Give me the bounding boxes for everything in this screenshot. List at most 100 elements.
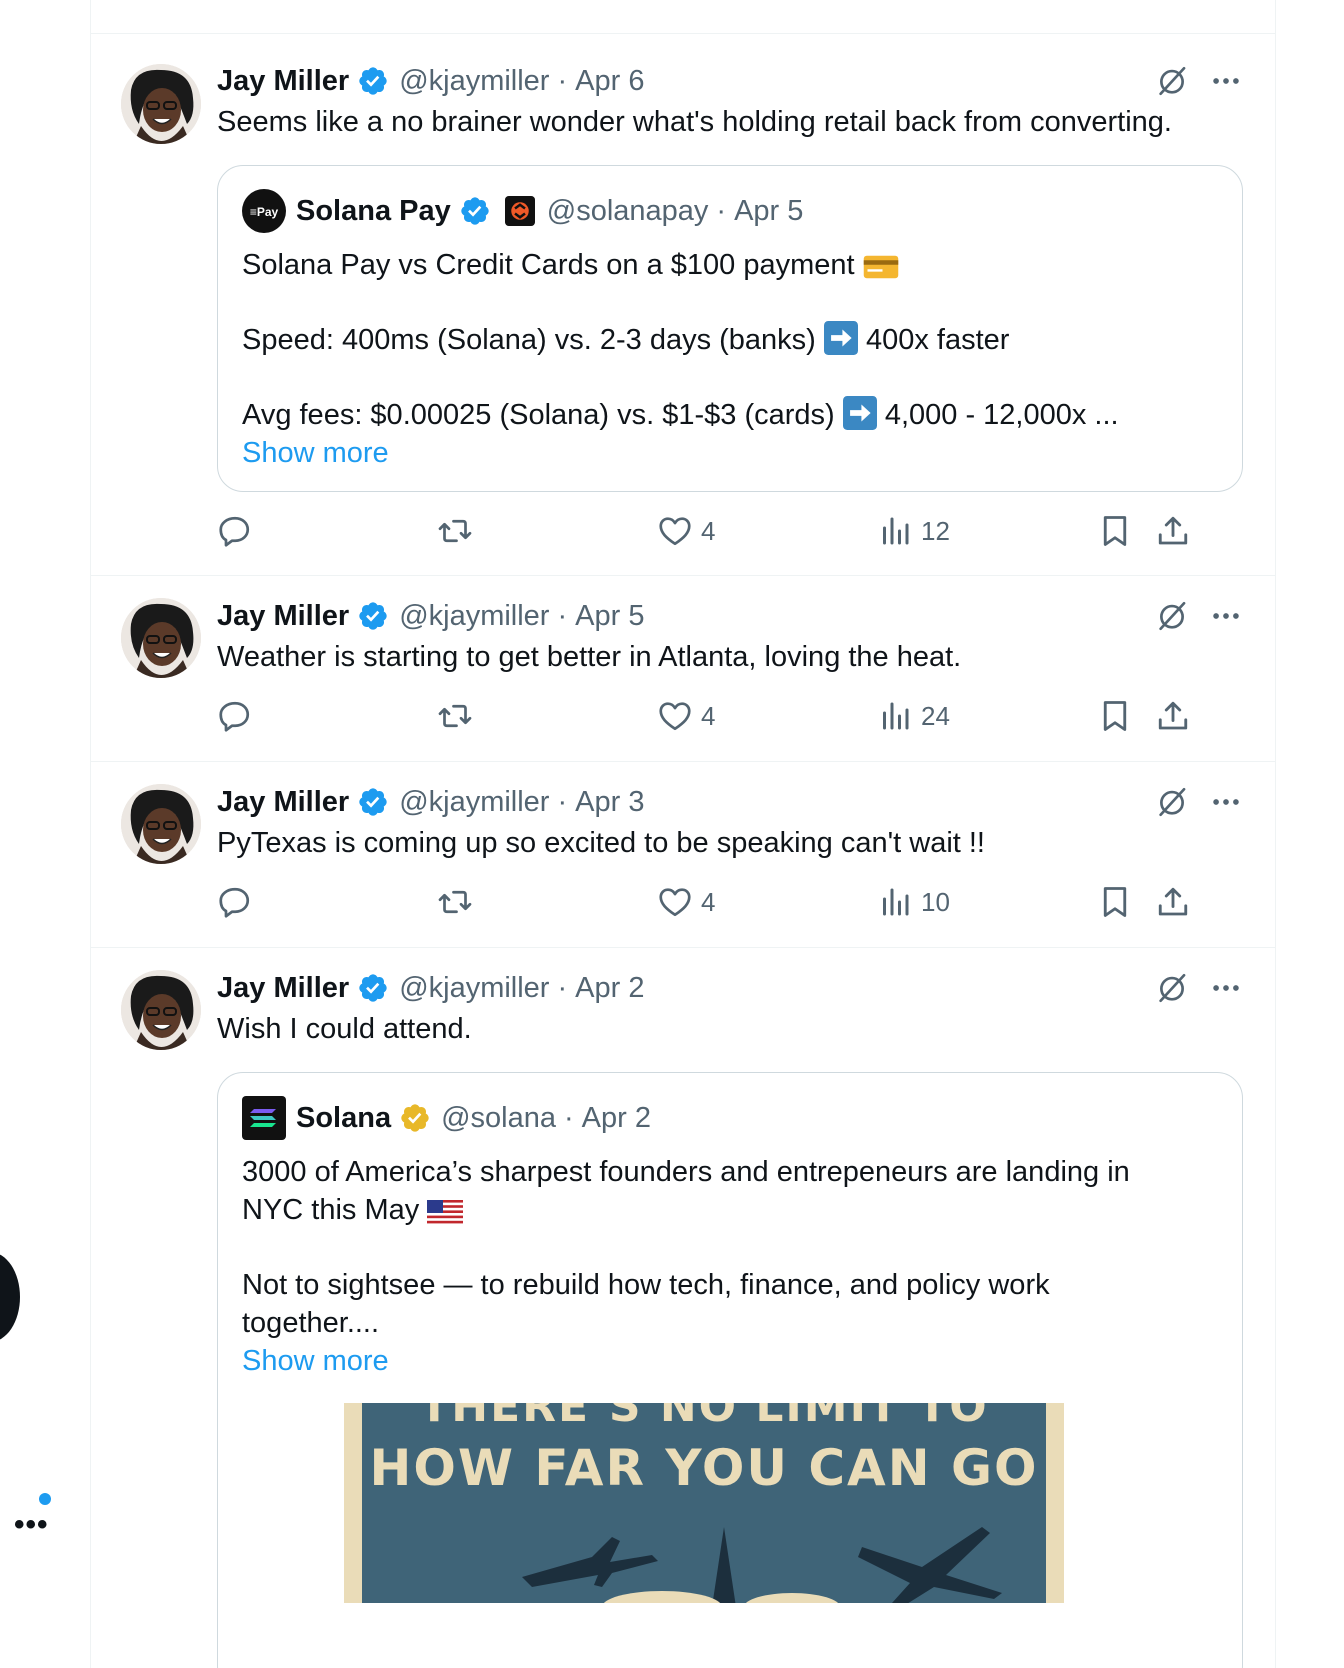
like-icon	[657, 884, 693, 920]
compose-button[interactable]	[0, 1252, 20, 1342]
author-handle[interactable]: @kjaymiller	[399, 972, 549, 1005]
reply-button[interactable]	[217, 698, 253, 734]
separator-dot: ·	[557, 599, 568, 632]
poster-headline-line: HOW FAR YOU CAN GO	[369, 1439, 1039, 1497]
bookmark-button[interactable]	[1097, 884, 1133, 920]
tweet-header: Jay Miller @kjaymiller · Apr 2	[217, 968, 1243, 1008]
reply-button[interactable]	[217, 884, 253, 920]
reply-button[interactable]	[217, 513, 253, 549]
avatar[interactable]	[121, 970, 201, 1050]
quote-author-name[interactable]: Solana Pay	[296, 195, 451, 228]
tweet[interactable]: Jay Miller @kjaymiller · Apr 2 Wish I co…	[91, 948, 1275, 1668]
tweet-date[interactable]: Apr 5	[575, 600, 644, 633]
quote-text-line: 3000 of America’s sharpest founders and …	[242, 1156, 1130, 1188]
share-icon	[1155, 884, 1191, 920]
repost-button[interactable]	[437, 884, 473, 920]
tweet[interactable]: Jay Miller @kjaymiller · Apr 6 Seems lik…	[91, 34, 1275, 576]
poster-illustration	[522, 1527, 1002, 1603]
like-count: 4	[701, 886, 716, 917]
repost-icon	[437, 698, 473, 734]
tweet-text: PyTexas is coming up so excited to be sp…	[217, 827, 985, 859]
share-button[interactable]	[1155, 513, 1191, 549]
reply-icon	[217, 884, 253, 920]
like-button[interactable]: 4	[657, 513, 715, 549]
bookmark-icon	[1097, 698, 1133, 734]
show-more-link[interactable]: Show more	[242, 1342, 1218, 1380]
tweet-date[interactable]: Apr 6	[575, 65, 644, 98]
bookmark-icon	[1097, 513, 1133, 549]
views-icon	[877, 513, 913, 549]
tweet-date[interactable]: Apr 3	[575, 786, 644, 819]
bookmark-button[interactable]	[1097, 513, 1133, 549]
quote-author-handle[interactable]: @solana	[441, 1102, 556, 1135]
grok-icon[interactable]	[1155, 64, 1189, 98]
bookmark-icon	[1097, 884, 1133, 920]
tweet-header: Jay Miller @kjaymiller · Apr 5	[217, 596, 1243, 636]
avatar[interactable]	[121, 64, 201, 144]
bookmark-button[interactable]	[1097, 698, 1133, 734]
reply-icon	[217, 698, 253, 734]
tweet[interactable]: Jay Miller @kjaymiller · Apr 5 Weather i…	[91, 576, 1275, 762]
grok-icon[interactable]	[1155, 785, 1189, 819]
quote-text-line: NYC this May	[242, 1194, 420, 1226]
author-handle[interactable]: @kjaymiller	[399, 65, 549, 98]
views-icon	[877, 698, 913, 734]
repost-button[interactable]	[437, 513, 473, 549]
repost-button[interactable]	[437, 698, 473, 734]
share-button[interactable]	[1155, 884, 1191, 920]
avatar[interactable]	[121, 598, 201, 678]
repost-icon	[437, 513, 473, 549]
show-more-link[interactable]: Show more	[242, 434, 1218, 472]
quote-author-name[interactable]: Solana	[296, 1102, 391, 1135]
views-button[interactable]: 10	[877, 884, 950, 920]
right-arrow-icon	[824, 321, 858, 355]
grok-icon[interactable]	[1155, 971, 1189, 1005]
author-handle[interactable]: @kjaymiller	[399, 786, 549, 819]
share-icon	[1155, 698, 1191, 734]
quote-media-image[interactable]: THERE’S NO LIMIT TO HOW FAR YOU CAN GO	[344, 1403, 1064, 1603]
verified-badge-icon	[357, 786, 389, 818]
tweet[interactable]: Jay Miller @kjaymiller · Apr 3 PyTexas i…	[91, 762, 1275, 948]
views-button[interactable]: 12	[877, 513, 950, 549]
tweet-date[interactable]: Apr 2	[575, 972, 644, 1005]
views-icon	[877, 884, 913, 920]
views-button[interactable]: 24	[877, 698, 950, 734]
quote-text-line-end: 4,000 - 12,000x ...	[884, 399, 1119, 431]
quote-avatar-label: ≡Pay	[250, 205, 279, 219]
quote-avatar[interactable]: ≡Pay	[242, 189, 286, 233]
author-name[interactable]: Jay Miller	[217, 972, 349, 1005]
quote-text-line: together....	[242, 1307, 380, 1339]
tweet-header: Jay Miller @kjaymiller · Apr 3	[217, 782, 1243, 822]
notification-dot	[39, 1493, 51, 1505]
author-handle[interactable]: @kjaymiller	[399, 600, 549, 633]
avatar[interactable]	[121, 784, 201, 864]
credit-card-icon	[863, 254, 899, 280]
more-icon[interactable]	[1209, 971, 1243, 1005]
like-icon	[657, 698, 693, 734]
solana-logo-icon[interactable]	[242, 1096, 286, 1140]
quote-text-line: Not to sightsee — to rebuild how tech, f…	[242, 1269, 1050, 1301]
repost-icon	[437, 884, 473, 920]
quoted-tweet[interactable]: Solana @solana · Apr 2 3000 of America’s…	[217, 1072, 1243, 1668]
author-name[interactable]: Jay Miller	[217, 65, 349, 98]
more-icon[interactable]	[1209, 599, 1243, 633]
author-name[interactable]: Jay Miller	[217, 786, 349, 819]
share-button[interactable]	[1155, 698, 1191, 734]
verified-badge-icon	[357, 972, 389, 1004]
more-icon[interactable]	[1209, 64, 1243, 98]
grok-icon[interactable]	[1155, 599, 1189, 633]
quote-text-line: Avg fees: $0.00025 (Solana) vs. $1-$3 (c…	[242, 399, 835, 431]
more-icon[interactable]	[1209, 785, 1243, 819]
like-count: 4	[701, 515, 716, 546]
like-count: 4	[701, 700, 716, 731]
quoted-tweet[interactable]: ≡Pay Solana Pay @solanapay · Apr 5 Solan…	[217, 165, 1243, 492]
quote-date[interactable]: Apr 5	[734, 195, 803, 228]
quote-author-handle[interactable]: @solanapay	[547, 195, 709, 228]
quote-date[interactable]: Apr 2	[582, 1102, 651, 1135]
like-button[interactable]: 4	[657, 884, 715, 920]
author-name[interactable]: Jay Miller	[217, 600, 349, 633]
like-button[interactable]: 4	[657, 698, 715, 734]
more-menu-button[interactable]: •••	[14, 1508, 49, 1542]
quote-text-line: Speed: 400ms (Solana) vs. 2-3 days (bank…	[242, 324, 816, 356]
us-flag-icon	[427, 1199, 463, 1225]
